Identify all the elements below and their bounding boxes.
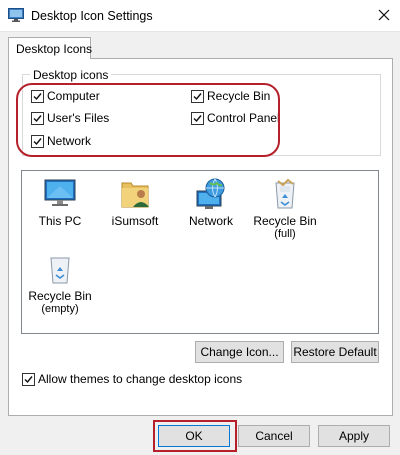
monitor-icon bbox=[42, 177, 78, 211]
checkbox-box[interactable] bbox=[31, 111, 44, 125]
icon-label: iSumsoft bbox=[111, 214, 159, 228]
icon-item-isumsoft[interactable]: iSumsoft bbox=[93, 177, 177, 228]
cancel-button[interactable]: Cancel bbox=[238, 425, 310, 447]
checkbox-network[interactable]: Network bbox=[31, 134, 91, 148]
recycle-bin-full-icon bbox=[267, 177, 303, 211]
network-globe-icon bbox=[193, 177, 229, 211]
checkbox-box[interactable] bbox=[191, 89, 204, 103]
tab-label: Desktop Icons bbox=[16, 42, 93, 56]
icon-item-this-pc[interactable]: This PC bbox=[18, 177, 102, 228]
checkbox-label: Control Panel bbox=[207, 111, 280, 125]
checkbox-label: Computer bbox=[47, 89, 100, 103]
display-settings-icon bbox=[8, 8, 24, 22]
icon-label: Recycle Bin bbox=[28, 289, 92, 303]
restore-default-button[interactable]: Restore Default bbox=[291, 341, 379, 363]
icon-sublabel: (full) bbox=[274, 228, 296, 240]
checkbox-box[interactable] bbox=[22, 372, 35, 386]
checkbox-computer[interactable]: Computer bbox=[31, 89, 100, 103]
icon-sublabel: (empty) bbox=[41, 303, 79, 315]
checkbox-box[interactable] bbox=[191, 111, 204, 125]
tab-desktop-icons[interactable]: Desktop Icons bbox=[8, 37, 93, 59]
apply-button[interactable]: Apply bbox=[318, 425, 390, 447]
change-icon-button[interactable]: Change Icon... bbox=[195, 341, 284, 363]
checkbox-users-files[interactable]: User's Files bbox=[31, 111, 109, 125]
icon-label: Recycle Bin bbox=[253, 214, 317, 228]
allow-themes-checkbox[interactable]: Allow themes to change desktop icons bbox=[22, 372, 242, 386]
icon-item-recycle-bin-empty[interactable]: Recycle Bin (empty) bbox=[18, 252, 102, 315]
checkbox-box[interactable] bbox=[31, 89, 44, 103]
checkbox-label: Recycle Bin bbox=[207, 89, 271, 103]
checkbox-label: Allow themes to change desktop icons bbox=[38, 372, 243, 386]
user-folder-icon bbox=[117, 177, 153, 211]
checkbox-box[interactable] bbox=[31, 134, 44, 148]
icon-item-recycle-bin-full[interactable]: Recycle Bin (full) bbox=[243, 177, 327, 240]
checkbox-control-panel[interactable]: Control Panel bbox=[191, 111, 280, 125]
checkbox-label: User's Files bbox=[47, 111, 110, 125]
checkbox-recycle-bin[interactable]: Recycle Bin bbox=[191, 89, 270, 103]
group-legend: Desktop icons bbox=[30, 68, 112, 82]
recycle-bin-empty-icon bbox=[42, 252, 78, 286]
icon-label: Network bbox=[188, 214, 233, 228]
window-title: Desktop Icon Settings bbox=[31, 9, 153, 23]
icon-item-network[interactable]: Network bbox=[169, 177, 253, 228]
checkbox-label: Network bbox=[47, 134, 92, 148]
icon-label: This PC bbox=[38, 214, 82, 228]
close-icon[interactable] bbox=[372, 4, 396, 26]
ok-highlight-annotation bbox=[153, 420, 237, 452]
